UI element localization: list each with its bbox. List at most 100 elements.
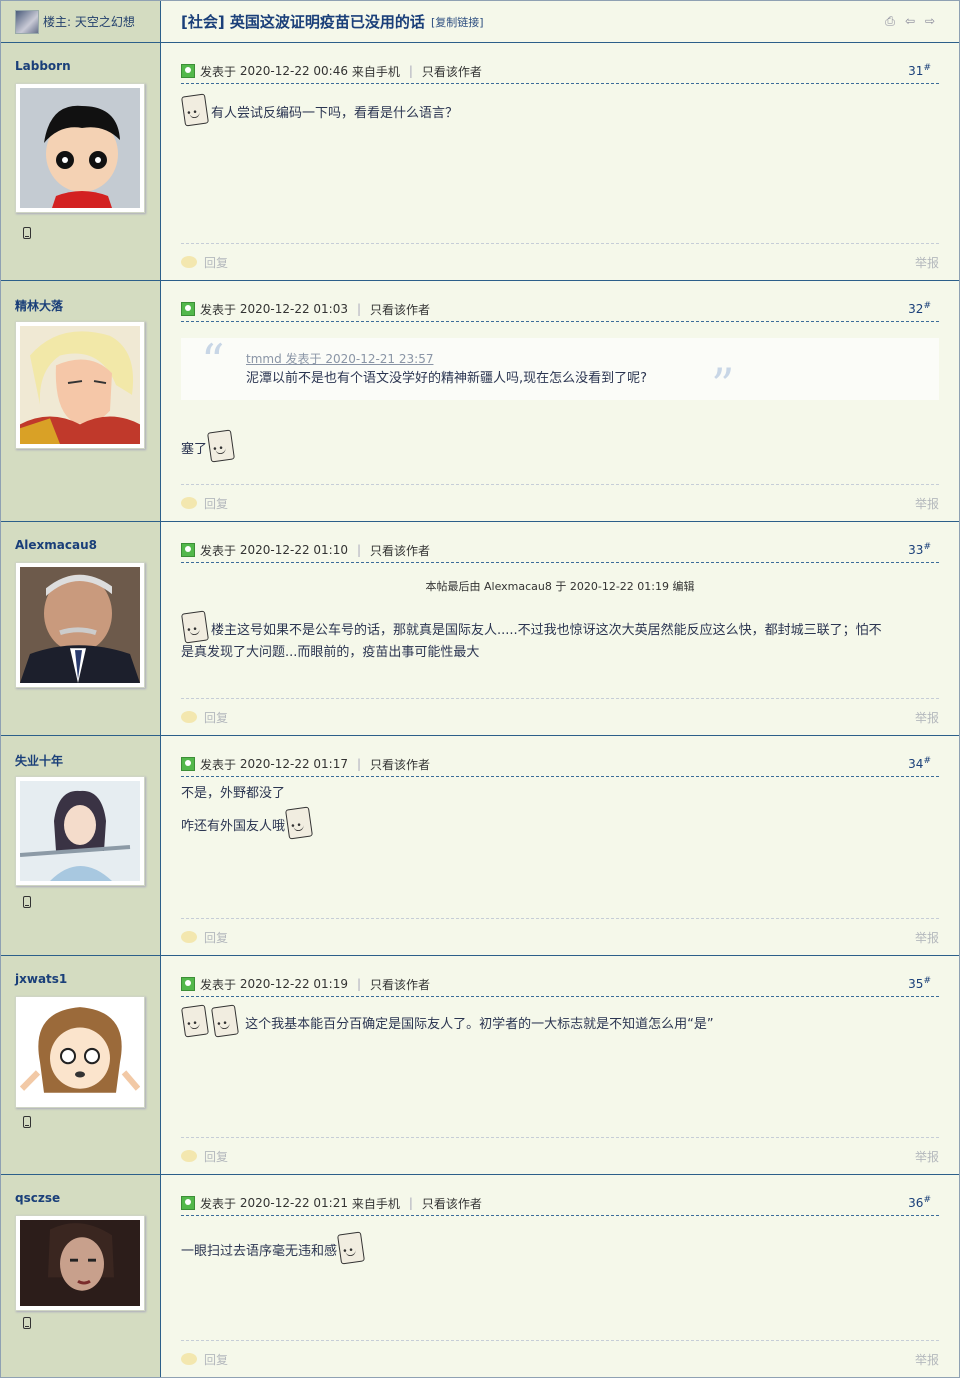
post-body: 发表于 2020-12-22 01:21 来自手机 | 只看该作者 36# 一眼… (161, 1175, 959, 1377)
op-label[interactable]: 楼主: 天空之幻想 (43, 13, 135, 30)
only-author-link[interactable]: 只看该作者 (370, 542, 430, 559)
only-author-link[interactable]: 只看该作者 (370, 756, 430, 773)
post-meta: 发表于 2020-12-22 01:21 来自手机 | 只看该作者 36# (181, 1191, 939, 1216)
header-icons: ⎙ ⇦ ⇨ (883, 14, 937, 28)
username[interactable]: 失业十年 (15, 752, 63, 769)
post-body: 发表于 2020-12-22 00:46 来自手机 | 只看该作者 31# 有人… (161, 43, 959, 280)
post-content: 一眼扫过去语序毫无违和感 (181, 1231, 939, 1265)
post: 精林大落 发表于 2020-12-22 01:03 | 只看该作者 32# “ … (1, 281, 959, 522)
post-time: 2020-12-22 00:46 (239, 64, 348, 78)
thread-title-bar: [社会] 英国这波证明疫苗已没用的话 [复制链接] ⎙ ⇦ ⇨ (161, 1, 959, 42)
post-author-panel: Labborn (1, 43, 161, 280)
only-author-link[interactable]: 只看该作者 (370, 301, 430, 318)
report-button[interactable]: 举报 (915, 929, 939, 946)
print-icon[interactable]: ⎙ (883, 14, 897, 28)
username[interactable]: Alexmacau8 (15, 538, 97, 552)
post-text: 不是，外野都没了 (181, 786, 286, 801)
post-footer: 回复 举报 (181, 243, 939, 280)
floor-number[interactable]: 34# (908, 756, 931, 771)
post-content: 塞了 (181, 429, 939, 463)
reply-button[interactable]: 回复 (204, 495, 228, 512)
quote-close-icon: ” (711, 358, 735, 412)
report-button[interactable]: 举报 (915, 495, 939, 512)
floor-number[interactable]: 32# (908, 301, 931, 316)
post: Alexmacau8 发表于 2020-12-22 01:10 | 只看该作者 (1, 522, 959, 736)
avatar[interactable] (15, 776, 145, 886)
post-text: 是真发现了大问题...而眼前的，疫苗出事可能性最大 (181, 645, 480, 660)
online-user-icon (181, 543, 195, 557)
only-author-link[interactable]: 只看该作者 (422, 63, 482, 80)
avatar[interactable] (15, 1215, 145, 1311)
post-footer: 回复 举报 (181, 1137, 939, 1174)
username[interactable]: qsczse (15, 1191, 60, 1205)
post-text: 有人尝试反编码一下吗，看看是什么语言？ (211, 106, 459, 121)
username[interactable]: Labborn (15, 59, 71, 73)
post-time: 2020-12-22 01:19 (239, 977, 348, 991)
only-author-link[interactable]: 只看该作者 (370, 976, 430, 993)
posted-prefix: 发表于 (200, 1196, 237, 1211)
emoji-icon (211, 1004, 239, 1038)
emoji-icon (285, 806, 313, 840)
report-button[interactable]: 举报 (915, 1351, 939, 1368)
post-meta: 发表于 2020-12-22 01:19 | 只看该作者 35# (181, 972, 939, 997)
post-text: 楼主这号如果不是公车号的话，那就真是国际友人.....不过我也惊讶这次大英居然能… (211, 623, 882, 638)
reply-icon (181, 931, 197, 943)
avatar[interactable] (15, 321, 145, 449)
username[interactable]: 精林大落 (15, 297, 63, 314)
post-content: 不是，外野都没了 (181, 783, 939, 805)
emoji-icon (337, 1231, 365, 1265)
report-button[interactable]: 举报 (915, 254, 939, 271)
op-avatar[interactable] (15, 9, 39, 34)
post-meta: 发表于 2020-12-22 01:10 | 只看该作者 33# (181, 538, 939, 563)
op-info: 楼主: 天空之幻想 (1, 1, 161, 42)
avatar-image (20, 326, 140, 444)
post-body: 发表于 2020-12-22 01:19 | 只看该作者 35# 这个我基本能百… (161, 956, 959, 1174)
report-button[interactable]: 举报 (915, 1148, 939, 1165)
next-thread-icon[interactable]: ⇨ (923, 14, 937, 28)
post-body: 发表于 2020-12-22 01:10 | 只看该作者 33# 本帖最后由 A… (161, 522, 959, 735)
emoji-icon (207, 429, 235, 463)
avatar[interactable] (15, 562, 145, 688)
post-author-panel: 失业十年 (1, 736, 161, 955)
avatar[interactable] (15, 83, 145, 213)
quote-text: 泥潭以前不是也有个语文没学好的精神新疆人吗,现在怎么没看到了呢? (246, 371, 648, 386)
quote-block: “ tmmd 发表于 2020-12-21 23:57 泥潭以前不是也有个语文没… (181, 334, 939, 412)
post: qsczse 发表于 2020-12-22 01:21 来自手机 | 只看该作者… (1, 1175, 959, 1377)
reply-button[interactable]: 回复 (204, 1351, 228, 1368)
reply-button[interactable]: 回复 (204, 709, 228, 726)
avatar-image (20, 567, 140, 683)
reply-button[interactable]: 回复 (204, 929, 228, 946)
post-meta: 发表于 2020-12-22 01:17 | 只看该作者 34# (181, 752, 939, 777)
floor-number[interactable]: 33# (908, 542, 931, 557)
username[interactable]: jxwats1 (15, 972, 67, 986)
post-footer: 回复 举报 (181, 1340, 939, 1377)
previous-thread-icon[interactable]: ⇦ (903, 14, 917, 28)
forum-thread: 楼主: 天空之幻想 [社会] 英国这波证明疫苗已没用的话 [复制链接] ⎙ ⇦ … (0, 0, 960, 1378)
post-text: 这个我基本能百分百确定是国际友人了。初学者的一大标志就是不知道怎么用“是” (245, 1017, 714, 1032)
post-time: 2020-12-22 01:10 (239, 543, 348, 557)
floor-number[interactable]: 36# (908, 1195, 931, 1210)
posted-prefix: 发表于 (200, 302, 237, 317)
online-user-icon (181, 64, 195, 78)
post-author-panel: Alexmacau8 (1, 522, 161, 735)
reply-button[interactable]: 回复 (204, 254, 228, 271)
avatar-image (20, 1220, 140, 1306)
reply-button[interactable]: 回复 (204, 1148, 228, 1165)
post-author-panel: jxwats1 (1, 956, 161, 1174)
post-time: 2020-12-22 01:21 (239, 1196, 348, 1210)
avatar-image (20, 88, 140, 208)
post-author-panel: 精林大落 (1, 281, 161, 521)
avatar[interactable] (15, 996, 145, 1108)
floor-number[interactable]: 31# (908, 63, 931, 78)
copy-link[interactable]: [复制链接] (431, 14, 484, 30)
online-user-icon (181, 977, 195, 991)
quote-source[interactable]: tmmd 发表于 2020-12-21 23:57 (246, 350, 939, 367)
post-body: 发表于 2020-12-22 01:03 | 只看该作者 32# “ tmmd … (161, 281, 959, 521)
post: 失业十年 发表于 2020-12-22 01:17 | 只看该作者 34# 不是… (1, 736, 959, 956)
report-button[interactable]: 举报 (915, 709, 939, 726)
post-content: 咋还有外国友人哦 (181, 806, 939, 840)
only-author-link[interactable]: 只看该作者 (422, 1195, 482, 1212)
post-content: 这个我基本能百分百确定是国际友人了。初学者的一大标志就是不知道怎么用“是” (181, 1004, 939, 1038)
floor-number[interactable]: 35# (908, 976, 931, 991)
reply-icon (181, 711, 197, 723)
